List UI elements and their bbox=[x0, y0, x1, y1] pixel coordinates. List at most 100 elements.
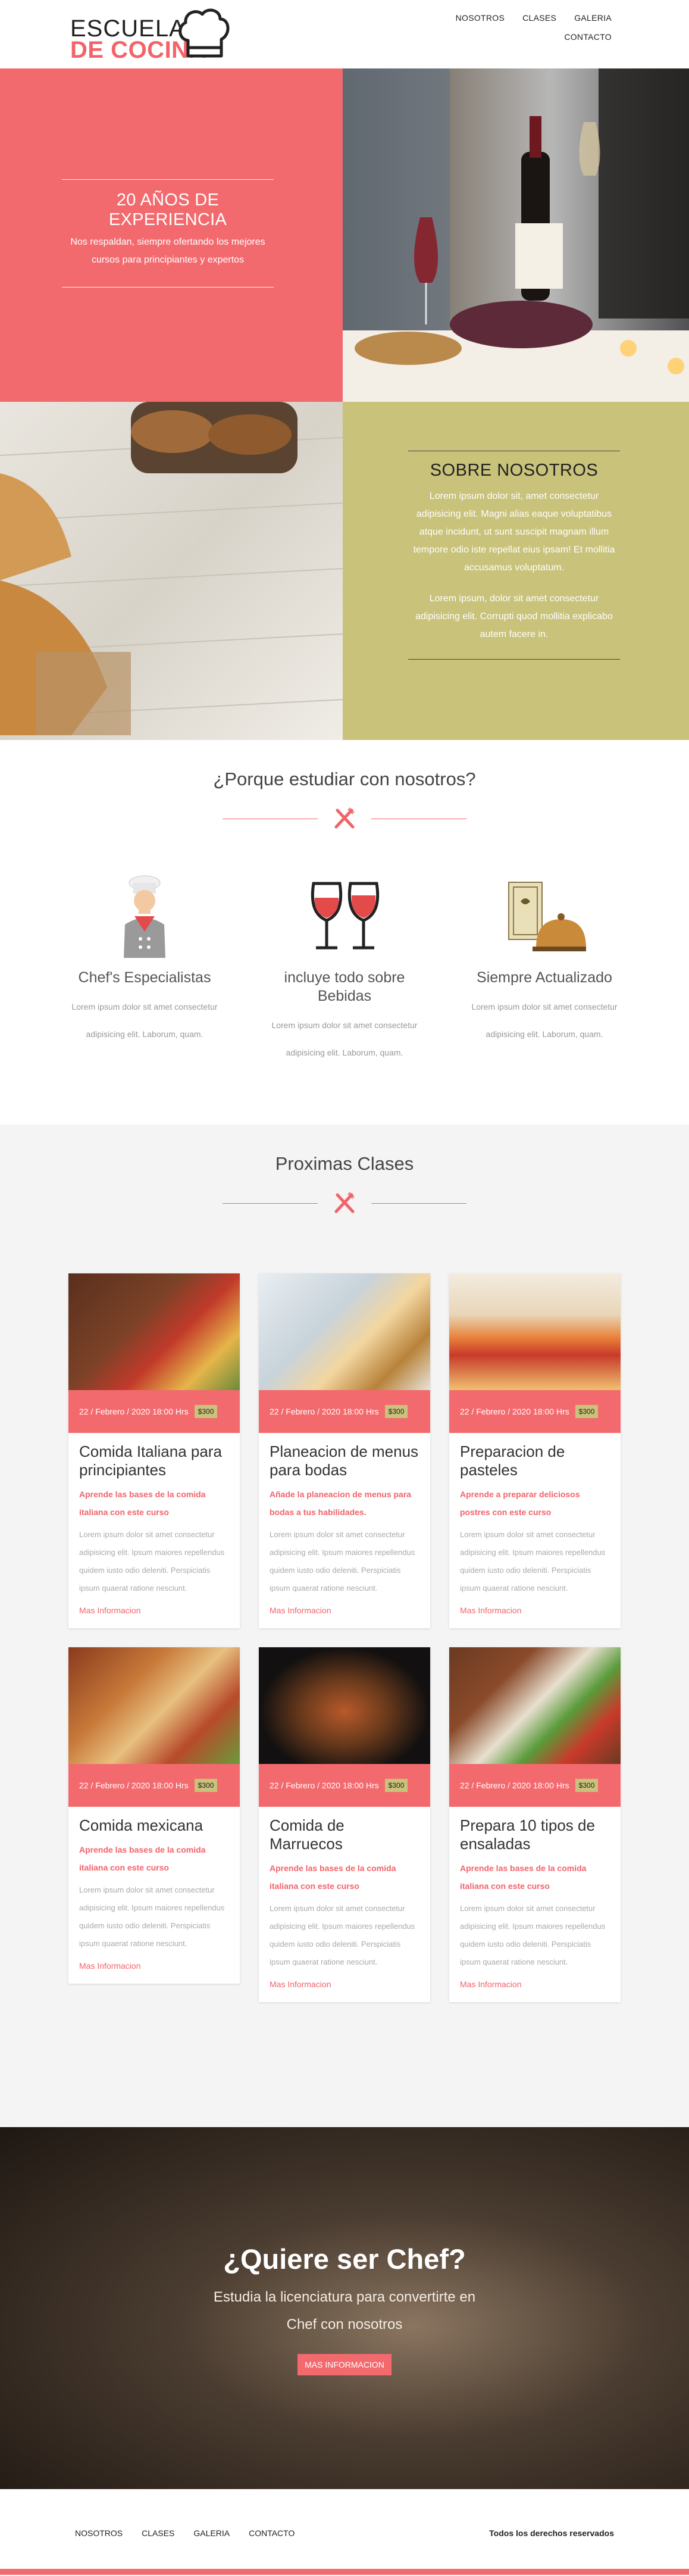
class-subtitle: Aprende a preparar deliciosos postres co… bbox=[460, 1490, 580, 1517]
more-info-link[interactable]: Mas Informacion bbox=[460, 1606, 610, 1615]
why-section: ¿Porque estudiar con nosotros? Chef's Es… bbox=[0, 740, 689, 1125]
nav-galeria[interactable]: GALERIA bbox=[574, 13, 612, 23]
footer-nav-nosotros[interactable]: NOSOTROS bbox=[75, 2528, 123, 2538]
menu-cloche-icon bbox=[508, 882, 586, 951]
class-description: Lorem ipsum dolor sit amet consectetur a… bbox=[460, 1530, 606, 1593]
class-date-bar: 22 / Febrero / 2020 18:00 Hrs $300 bbox=[259, 1390, 430, 1433]
feature-text: Lorem ipsum dolor sit amet consectetur a… bbox=[71, 1002, 218, 1039]
class-title: Comida de Marruecos bbox=[270, 1816, 344, 1853]
more-info-link[interactable]: Mas Informacion bbox=[270, 1606, 419, 1615]
feature-text: Lorem ipsum dolor sit amet consectetur a… bbox=[271, 1020, 418, 1057]
wine-photo bbox=[343, 68, 689, 402]
class-image-moroccan bbox=[259, 1647, 430, 1764]
class-card: 22 / Febrero / 2020 18:00 Hrs $300 Comida… bbox=[259, 1647, 430, 2002]
site-footer: NOSOTROS CLASES GALERIA CONTACTO Todos l… bbox=[0, 2489, 689, 2575]
price-badge: $300 bbox=[194, 1405, 218, 1418]
footer-nav: NOSOTROS CLASES GALERIA CONTACTO bbox=[75, 2528, 295, 2538]
class-cards: 22 / Febrero / 2020 18:00 Hrs $300 Comida… bbox=[68, 1273, 621, 2002]
class-card: 22 / Febrero / 2020 18:00 Hrs $300 Comida… bbox=[68, 1273, 240, 1628]
feature-title: Siempre Actualizado bbox=[477, 969, 612, 986]
class-title: Comida mexicana bbox=[79, 1816, 203, 1834]
chef-hat-icon bbox=[178, 8, 230, 58]
nav-clases[interactable]: CLASES bbox=[522, 13, 556, 23]
class-title: Preparacion de pasteles bbox=[460, 1442, 565, 1479]
class-image-mexican bbox=[68, 1647, 240, 1764]
section-divider bbox=[223, 1185, 466, 1221]
feature-updated: Siempre Actualizado Lorem ipsum dolor si… bbox=[456, 875, 633, 1066]
class-description: Lorem ipsum dolor sit amet consectetur a… bbox=[79, 1885, 225, 1948]
cta-button[interactable]: MAS INFORMACION bbox=[297, 2354, 392, 2375]
about-paragraph-1: Lorem ipsum dolor sit, amet consectetur … bbox=[413, 491, 615, 573]
class-date: 22 / Febrero / 2020 18:00 Hrs bbox=[460, 1781, 569, 1790]
class-title: Planeacion de menus para bodas bbox=[270, 1442, 419, 1479]
feature-text: Lorem ipsum dolor sit amet consectetur a… bbox=[471, 1002, 618, 1039]
cta-text: Estudia la licenciatura para convertirte… bbox=[213, 2289, 476, 2333]
wine-photo-illustration bbox=[343, 68, 689, 402]
class-date-bar: 22 / Febrero / 2020 18:00 Hrs $300 bbox=[259, 1764, 430, 1807]
cta-section: ¿Quiere ser Chef? Estudia la licenciatur… bbox=[0, 2127, 689, 2489]
feature-drinks: incluye todo sobre Bebidas Lorem ipsum d… bbox=[256, 875, 433, 1066]
class-image-salads bbox=[449, 1647, 621, 1764]
bread-photo bbox=[0, 402, 343, 740]
why-title: ¿Porque estudiar con nosotros? bbox=[213, 769, 476, 789]
more-info-link[interactable]: Mas Informacion bbox=[460, 1979, 610, 1989]
class-card: 22 / Febrero / 2020 18:00 Hrs $300 Comida… bbox=[68, 1647, 240, 1984]
feature-title: Chef's Especialistas bbox=[78, 969, 211, 986]
class-title: Comida Italiana para principiantes bbox=[79, 1442, 222, 1479]
class-title: Prepara 10 tipos de ensaladas bbox=[460, 1816, 595, 1853]
divider-line bbox=[62, 287, 274, 288]
class-description: Lorem ipsum dolor sit amet consectetur a… bbox=[270, 1904, 415, 1966]
bread-photo-illustration bbox=[0, 402, 343, 735]
class-subtitle: Aprende las bases de la comida italiana … bbox=[270, 1863, 396, 1891]
class-date-bar: 22 / Febrero / 2020 18:00 Hrs $300 bbox=[449, 1390, 621, 1433]
class-date-bar: 22 / Febrero / 2020 18:00 Hrs $300 bbox=[68, 1764, 240, 1807]
class-subtitle: Aprende las bases de la comida italiana … bbox=[79, 1490, 206, 1517]
class-description: Lorem ipsum dolor sit amet consectetur a… bbox=[460, 1904, 606, 1966]
class-description: Lorem ipsum dolor sit amet consectetur a… bbox=[270, 1530, 415, 1593]
more-info-link[interactable]: Mas Informacion bbox=[79, 1961, 229, 1971]
class-card: 22 / Febrero / 2020 18:00 Hrs $300 Planea… bbox=[259, 1273, 430, 1628]
experience-title: 20 AÑOS DE EXPERIENCIA bbox=[108, 191, 227, 229]
footer-nav-contacto[interactable]: CONTACTO bbox=[249, 2528, 295, 2538]
class-image-italian bbox=[68, 1273, 240, 1390]
experience-panel: 20 AÑOS DE EXPERIENCIA Nos respaldan, si… bbox=[0, 68, 343, 402]
class-description: Lorem ipsum dolor sit amet consectetur a… bbox=[79, 1530, 225, 1593]
main-nav: NOSOTROS CLASES GALERIA CONTACTO bbox=[445, 13, 612, 42]
class-date-bar: 22 / Febrero / 2020 18:00 Hrs $300 bbox=[68, 1390, 240, 1433]
price-badge: $300 bbox=[575, 1405, 599, 1418]
class-subtitle: Aprende las bases de la comida italiana … bbox=[79, 1845, 206, 1872]
class-image-pastry bbox=[449, 1273, 621, 1390]
price-badge: $300 bbox=[384, 1405, 408, 1418]
about-panel: SOBRE NOSOTROS Lorem ipsum dolor sit, am… bbox=[343, 402, 689, 740]
class-date: 22 / Febrero / 2020 18:00 Hrs bbox=[270, 1407, 379, 1416]
experience-text: Nos respaldan, siempre ofertando los mej… bbox=[70, 237, 265, 265]
price-badge: $300 bbox=[575, 1779, 599, 1792]
class-date: 22 / Febrero / 2020 18:00 Hrs bbox=[270, 1781, 379, 1790]
classes-title: Proximas Clases bbox=[275, 1153, 414, 1174]
classes-section: Proximas Clases 22 / Febrero / 2020 18:0… bbox=[0, 1125, 689, 2127]
class-subtitle: Aprende las bases de la comida italiana … bbox=[460, 1863, 587, 1891]
chef-icon bbox=[124, 875, 165, 958]
divider-line bbox=[62, 179, 274, 180]
about-paragraph-2: Lorem ipsum, dolor sit amet consectetur … bbox=[415, 594, 613, 639]
footer-accent-strip bbox=[0, 2569, 689, 2575]
price-badge: $300 bbox=[194, 1779, 218, 1792]
more-info-link[interactable]: Mas Informacion bbox=[270, 1979, 419, 1989]
feature-chefs: Chef's Especialistas Lorem ipsum dolor s… bbox=[56, 875, 233, 1066]
class-date: 22 / Febrero / 2020 18:00 Hrs bbox=[460, 1407, 569, 1416]
more-info-link[interactable]: Mas Informacion bbox=[79, 1606, 229, 1615]
site-header: ESCUELA DE COCINA NOSOTROS CLASES GALERI… bbox=[0, 0, 689, 68]
footer-nav-galeria[interactable]: GALERIA bbox=[193, 2528, 230, 2538]
class-date-bar: 22 / Febrero / 2020 18:00 Hrs $300 bbox=[449, 1764, 621, 1807]
divider-line bbox=[408, 659, 620, 660]
class-date: 22 / Febrero / 2020 18:00 Hrs bbox=[79, 1407, 189, 1416]
fork-knife-icon bbox=[334, 1192, 355, 1213]
nav-contacto[interactable]: CONTACTO bbox=[564, 32, 612, 42]
section-divider bbox=[223, 801, 466, 836]
copyright-text: Todos los derechos reservados bbox=[489, 2528, 614, 2538]
class-card: 22 / Febrero / 2020 18:00 Hrs $300 Prepar… bbox=[449, 1273, 621, 1628]
footer-nav-clases[interactable]: CLASES bbox=[142, 2528, 174, 2538]
cta-title: ¿Quiere ser Chef? bbox=[223, 2243, 466, 2275]
brand-logo[interactable]: ESCUELA DE COCINA bbox=[69, 8, 236, 63]
nav-nosotros[interactable]: NOSOTROS bbox=[456, 13, 505, 23]
